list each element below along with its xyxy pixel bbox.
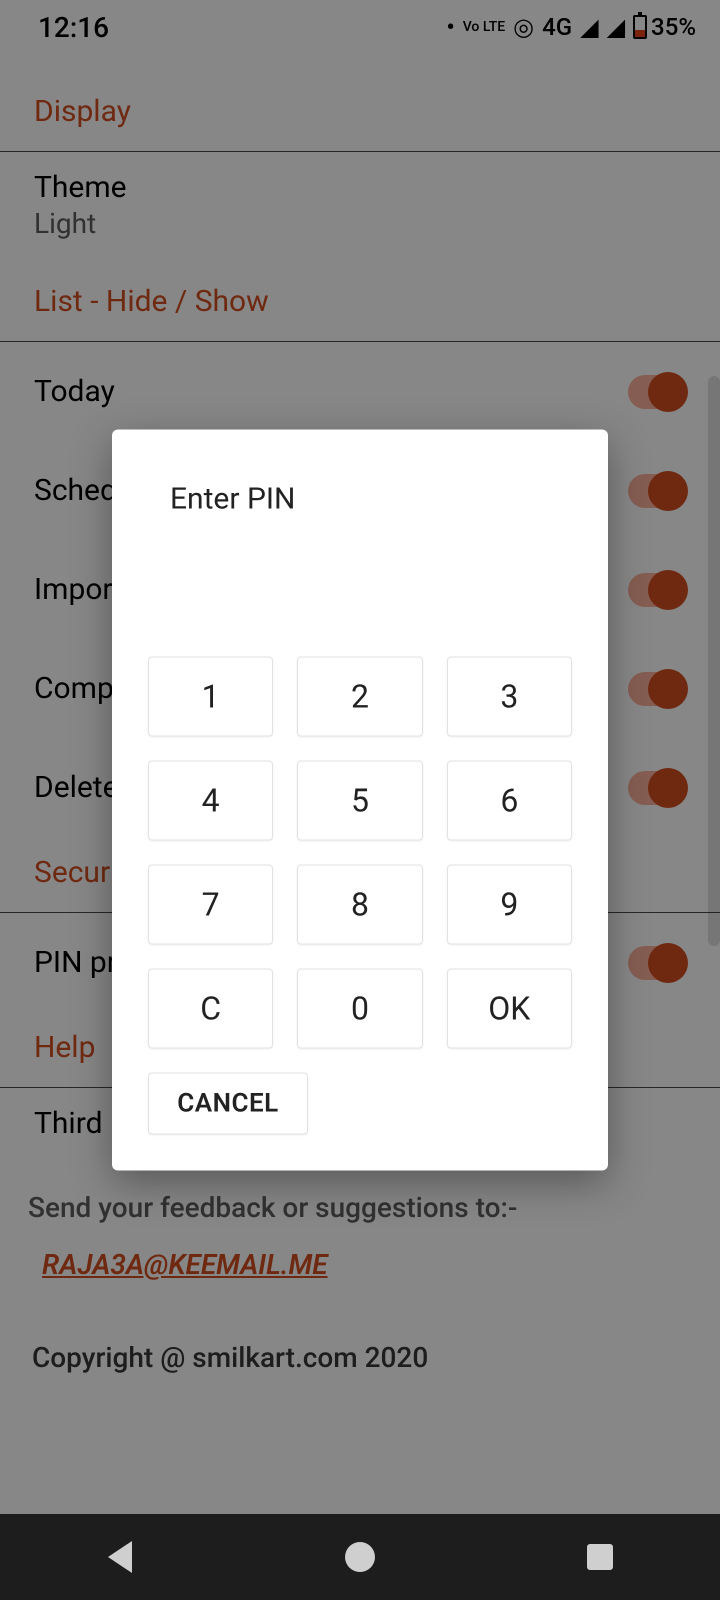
home-icon bbox=[345, 1542, 375, 1572]
key-6[interactable]: 6 bbox=[447, 761, 572, 841]
system-navbar bbox=[0, 1514, 720, 1600]
key-1[interactable]: 1 bbox=[148, 657, 273, 737]
key-5[interactable]: 5 bbox=[297, 761, 422, 841]
recents-icon bbox=[587, 1544, 613, 1570]
key-3[interactable]: 3 bbox=[447, 657, 572, 737]
nav-recents-button[interactable] bbox=[582, 1539, 618, 1575]
key-4[interactable]: 4 bbox=[148, 761, 273, 841]
key-8[interactable]: 8 bbox=[297, 865, 422, 945]
nav-back-button[interactable] bbox=[102, 1539, 138, 1575]
pin-keypad: 1 2 3 4 5 6 7 8 9 C 0 OK bbox=[148, 657, 572, 1049]
key-clear[interactable]: C bbox=[148, 969, 273, 1049]
key-2[interactable]: 2 bbox=[297, 657, 422, 737]
cancel-button[interactable]: CANCEL bbox=[148, 1073, 308, 1135]
key-ok[interactable]: OK bbox=[447, 969, 572, 1049]
key-7[interactable]: 7 bbox=[148, 865, 273, 945]
key-9[interactable]: 9 bbox=[447, 865, 572, 945]
key-0[interactable]: 0 bbox=[297, 969, 422, 1049]
dialog-title: Enter PIN bbox=[148, 482, 572, 517]
nav-home-button[interactable] bbox=[342, 1539, 378, 1575]
back-icon bbox=[108, 1541, 132, 1573]
pin-dialog: Enter PIN 1 2 3 4 5 6 7 8 9 C 0 OK CANCE… bbox=[112, 430, 608, 1171]
